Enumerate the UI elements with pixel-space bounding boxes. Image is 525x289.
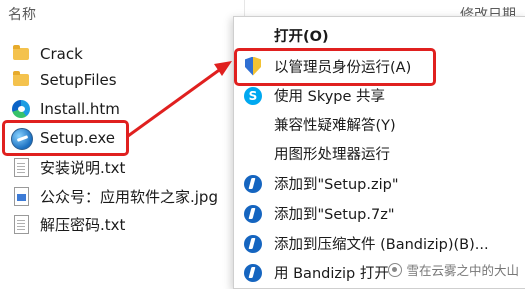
menu-item-compat-troubleshoot[interactable]: 兼容性疑难解答(Y) bbox=[234, 110, 525, 139]
text-file-icon bbox=[10, 213, 32, 235]
wechat-logo-icon bbox=[388, 262, 403, 277]
edge-icon bbox=[10, 98, 32, 120]
menu-item-label: 添加到"Setup.zip" bbox=[274, 177, 399, 193]
name-column-header[interactable]: 名称 bbox=[8, 4, 36, 24]
menu-item-run-with-gpu[interactable]: 用图形处理器运行 bbox=[234, 139, 525, 168]
menu-item-open[interactable]: 打开(O) bbox=[234, 21, 525, 50]
menu-item-add-archive[interactable]: 添加到压缩文件 (Bandizip)(B)... bbox=[234, 229, 525, 258]
file-row-setupfiles[interactable]: SetupFiles bbox=[10, 67, 117, 93]
setup-exe-highlight-box bbox=[2, 120, 129, 156]
bandizip-icon bbox=[242, 233, 264, 255]
file-name: SetupFiles bbox=[40, 71, 117, 89]
menu-item-add-zip[interactable]: 添加到"Setup.zip" bbox=[234, 169, 525, 198]
file-name: 解压密码.txt bbox=[40, 215, 126, 234]
file-name: Install.htm bbox=[40, 100, 120, 118]
image-file-icon bbox=[10, 185, 32, 207]
context-menu: 打开(O) 以管理员身份运行(A) S 使用 Skype 共享 兼容性疑难解答(… bbox=[233, 16, 525, 289]
menu-item-label: 使用 Skype 共享 bbox=[274, 89, 386, 105]
bandizip-icon bbox=[242, 173, 264, 195]
menu-item-label: 打开(O) bbox=[274, 29, 329, 45]
file-name: 安装说明.txt bbox=[40, 158, 126, 177]
menu-item-label: 用 Bandizip 打开 bbox=[274, 266, 389, 282]
file-name: 公众号：应用软件之家.jpg bbox=[40, 187, 218, 206]
menu-item-label: 用图形处理器运行 bbox=[274, 147, 390, 163]
file-row-install-notes[interactable]: 安装说明.txt bbox=[10, 154, 125, 180]
file-row-jpg[interactable]: 公众号：应用软件之家.jpg bbox=[10, 183, 218, 209]
folder-icon bbox=[10, 69, 32, 91]
menu-item-label: 添加到压缩文件 (Bandizip)(B)... bbox=[274, 237, 489, 253]
text-file-icon bbox=[10, 156, 32, 178]
bandizip-icon bbox=[242, 262, 264, 284]
menu-item-skype-share[interactable]: S 使用 Skype 共享 bbox=[234, 81, 525, 110]
file-row-crack[interactable]: Crack bbox=[10, 41, 83, 67]
file-name: Crack bbox=[40, 45, 83, 63]
folder-icon bbox=[10, 43, 32, 65]
file-row-install-htm[interactable]: Install.htm bbox=[10, 96, 120, 122]
bandizip-icon bbox=[242, 203, 264, 225]
menu-item-label: 兼容性疑难解答(Y) bbox=[274, 118, 396, 134]
file-explorer-pane: 名称 Crack SetupFiles Install.htm Setup.ex… bbox=[0, 0, 245, 287]
watermark-text: 雪在云雾之中的大山 bbox=[406, 263, 519, 278]
menu-item-label: 添加到"Setup.7z" bbox=[274, 207, 395, 223]
file-row-password-txt[interactable]: 解压密码.txt bbox=[10, 211, 125, 237]
menu-item-add-7z[interactable]: 添加到"Setup.7z" bbox=[234, 199, 525, 228]
skype-icon: S bbox=[242, 85, 264, 107]
watermark: 雪在云雾之中的大山 bbox=[388, 260, 519, 279]
